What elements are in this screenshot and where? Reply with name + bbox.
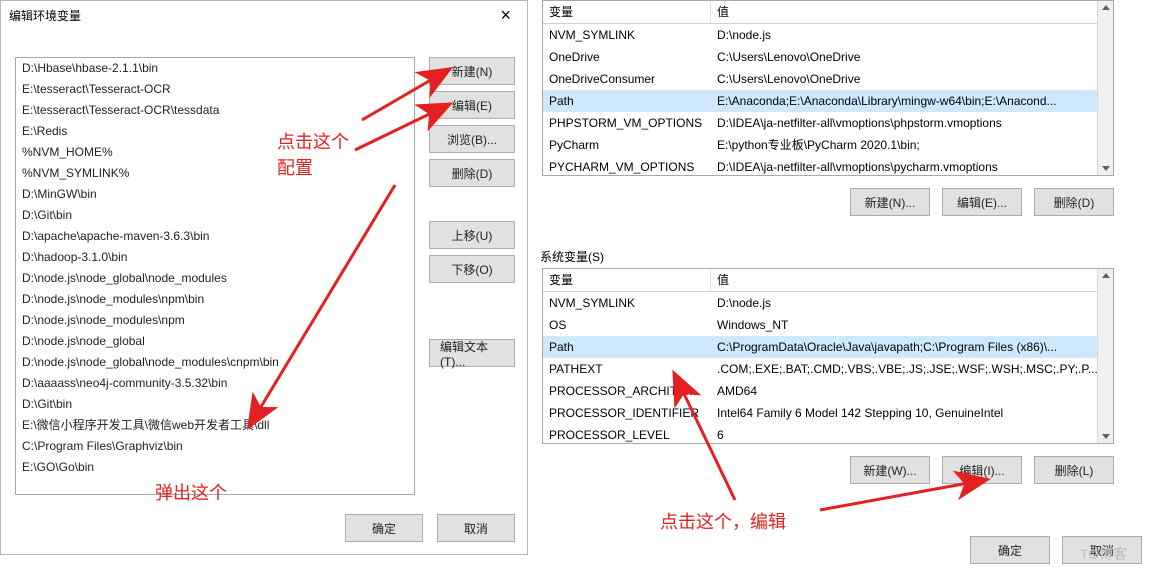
list-item[interactable]: D:\node.js\node_global [16, 331, 414, 352]
close-icon[interactable]: × [492, 6, 519, 24]
cancel-button[interactable]: 取消 [437, 514, 515, 542]
cell-value: E:\Anaconda;E:\Anaconda\Library\mingw-w6… [711, 90, 1113, 112]
list-item[interactable]: E:\微信小程序开发工具\微信web开发者工具\dll [16, 415, 414, 436]
cell-value: C:\ProgramData\Oracle\Java\javapath;C:\P… [711, 336, 1113, 358]
table-row[interactable]: PYCHARM_VM_OPTIONSD:\IDEA\ja-netfilter-a… [543, 156, 1113, 176]
move-up-button[interactable]: 上移(U) [429, 221, 515, 249]
table-row[interactable]: PathC:\ProgramData\Oracle\Java\javapath;… [543, 336, 1113, 358]
final-cancel-button[interactable]: 取消 [1062, 536, 1142, 564]
cell-value: C:\Users\Lenovo\OneDrive [711, 68, 1113, 90]
table-row[interactable]: PyCharmE:\python专业板\PyCharm 2020.1\bin; [543, 134, 1113, 156]
table-row[interactable]: PROCESSOR_LEVEL6 [543, 424, 1113, 444]
list-item[interactable]: C:\Program Files\Graphviz\bin [16, 436, 414, 457]
new-button[interactable]: 新建(N) [429, 57, 515, 85]
table-row[interactable]: PROCESSOR_IDENTIFIERIntel64 Family 6 Mod… [543, 402, 1113, 424]
delete-button[interactable]: 删除(D) [429, 159, 515, 187]
cell-variable: OneDrive [543, 46, 711, 68]
cell-value: D:\IDEA\ja-netfilter-all\vmoptions\phpst… [711, 112, 1113, 134]
cell-value: .COM;.EXE;.BAT;.CMD;.VBS;.VBE;.JS;.JSE;.… [711, 358, 1113, 380]
cell-variable: PROCESSOR_LEVEL [543, 424, 711, 444]
cell-value: D:\node.js [711, 24, 1113, 46]
dialog-titlebar: 编辑环境变量 × [1, 1, 527, 29]
cell-variable: NVM_SYMLINK [543, 292, 711, 314]
table-row[interactable]: NVM_SYMLINKD:\node.js [543, 24, 1113, 46]
sys-delete-button[interactable]: 删除(L) [1034, 456, 1114, 484]
edit-env-var-dialog: 编辑环境变量 × D:\Hbase\hbase-2.1.1\binE:\tess… [0, 0, 528, 555]
table-row[interactable]: NVM_SYMLINKD:\node.js [543, 292, 1113, 314]
col-value[interactable]: 值 [711, 1, 1113, 23]
dialog-title: 编辑环境变量 [9, 7, 81, 24]
user-variables-panel: 变量 值 NVM_SYMLINKD:\node.jsOneDriveC:\Use… [538, 0, 1152, 235]
table-header: 变量 值 [543, 269, 1113, 292]
col-variable[interactable]: 变量 [543, 269, 711, 291]
list-item[interactable]: D:\node.js\node_global\node_modules\cnpm… [16, 352, 414, 373]
cell-value: E:\python专业板\PyCharm 2020.1\bin; [711, 134, 1113, 156]
cell-value: AMD64 [711, 380, 1113, 402]
table-row[interactable]: PROCESSOR_ARCHITECT...AMD64 [543, 380, 1113, 402]
col-value[interactable]: 值 [711, 269, 1113, 291]
scrollbar[interactable] [1097, 1, 1113, 175]
browse-button[interactable]: 浏览(B)... [429, 125, 515, 153]
cell-variable: PYCHARM_VM_OPTIONS [543, 156, 711, 176]
list-item[interactable]: D:\aaaass\neo4j-community-3.5.32\bin [16, 373, 414, 394]
cell-variable: PATHEXT [543, 358, 711, 380]
cell-variable: NVM_SYMLINK [543, 24, 711, 46]
table-header: 变量 值 [543, 1, 1113, 24]
final-ok-button[interactable]: 确定 [970, 536, 1050, 564]
list-item[interactable]: D:\node.js\node_modules\npm [16, 310, 414, 331]
cell-variable: PROCESSOR_ARCHITECT... [543, 380, 711, 402]
edit-text-button[interactable]: 编辑文本(T)... [429, 339, 515, 367]
list-item[interactable]: E:\tesseract\Tesseract-OCR [16, 79, 414, 100]
cell-value: Windows_NT [711, 314, 1113, 336]
list-item[interactable]: E:\Redis [16, 121, 414, 142]
cell-value: Intel64 Family 6 Model 142 Stepping 10, … [711, 402, 1113, 424]
user-edit-button[interactable]: 编辑(E)... [942, 188, 1022, 216]
table-row[interactable]: OneDriveC:\Users\Lenovo\OneDrive [543, 46, 1113, 68]
list-item[interactable]: D:\node.js\node_global\node_modules [16, 268, 414, 289]
sys-new-button[interactable]: 新建(W)... [850, 456, 930, 484]
cell-variable: PHPSTORM_VM_OPTIONS [543, 112, 711, 134]
cell-variable: PROCESSOR_IDENTIFIER [543, 402, 711, 424]
list-item[interactable]: D:\apache\apache-maven-3.6.3\bin [16, 226, 414, 247]
cell-value: D:\node.js [711, 292, 1113, 314]
list-item[interactable]: D:\MinGW\bin [16, 184, 414, 205]
scrollbar[interactable] [1097, 269, 1113, 443]
dialog-footer: 确定 取消 [345, 514, 515, 542]
table-row[interactable]: PathE:\Anaconda;E:\Anaconda\Library\ming… [543, 90, 1113, 112]
dialog-right-buttons: 新建(N) 编辑(E) 浏览(B)... 删除(D) 上移(U) 下移(O) 编… [429, 57, 515, 367]
cell-variable: PyCharm [543, 134, 711, 156]
move-down-button[interactable]: 下移(O) [429, 255, 515, 283]
list-item[interactable]: %NVM_SYMLINK% [16, 163, 414, 184]
list-item[interactable]: D:\Git\bin [16, 394, 414, 415]
user-delete-button[interactable]: 删除(D) [1034, 188, 1114, 216]
ok-button[interactable]: 确定 [345, 514, 423, 542]
cell-variable: OS [543, 314, 711, 336]
table-row[interactable]: PHPSTORM_VM_OPTIONSD:\IDEA\ja-netfilter-… [543, 112, 1113, 134]
user-vars-table[interactable]: 变量 值 NVM_SYMLINKD:\node.jsOneDriveC:\Use… [542, 0, 1114, 176]
table-row[interactable]: OSWindows_NT [543, 314, 1113, 336]
list-item[interactable]: E:\tesseract\Tesseract-OCR\tessdata [16, 100, 414, 121]
system-vars-table[interactable]: 变量 值 NVM_SYMLINKD:\node.jsOSWindows_NTPa… [542, 268, 1114, 444]
path-listbox[interactable]: D:\Hbase\hbase-2.1.1\binE:\tesseract\Tes… [15, 57, 415, 495]
list-item[interactable]: D:\hadoop-3.1.0\bin [16, 247, 414, 268]
system-variables-panel: 系统变量(S) 变量 值 NVM_SYMLINKD:\node.jsOSWind… [538, 248, 1152, 568]
list-item[interactable]: D:\node.js\node_modules\npm\bin [16, 289, 414, 310]
cell-variable: OneDriveConsumer [543, 68, 711, 90]
user-new-button[interactable]: 新建(N)... [850, 188, 930, 216]
cell-value: C:\Users\Lenovo\OneDrive [711, 46, 1113, 68]
cell-variable: Path [543, 336, 711, 358]
table-row[interactable]: OneDriveConsumerC:\Users\Lenovo\OneDrive [543, 68, 1113, 90]
list-item[interactable]: %NVM_HOME% [16, 142, 414, 163]
cell-value: D:\IDEA\ja-netfilter-all\vmoptions\pycha… [711, 156, 1113, 176]
cell-value: 6 [711, 424, 1113, 444]
list-item[interactable]: D:\Git\bin [16, 205, 414, 226]
cell-variable: Path [543, 90, 711, 112]
list-item[interactable]: E:\GO\Go\bin [16, 457, 414, 478]
edit-button[interactable]: 编辑(E) [429, 91, 515, 119]
list-item[interactable]: D:\Hbase\hbase-2.1.1\bin [16, 58, 414, 79]
table-row[interactable]: PATHEXT.COM;.EXE;.BAT;.CMD;.VBS;.VBE;.JS… [543, 358, 1113, 380]
col-variable[interactable]: 变量 [543, 1, 711, 23]
sys-edit-button[interactable]: 编辑(I)... [942, 456, 1022, 484]
system-vars-label: 系统变量(S) [540, 248, 1152, 265]
